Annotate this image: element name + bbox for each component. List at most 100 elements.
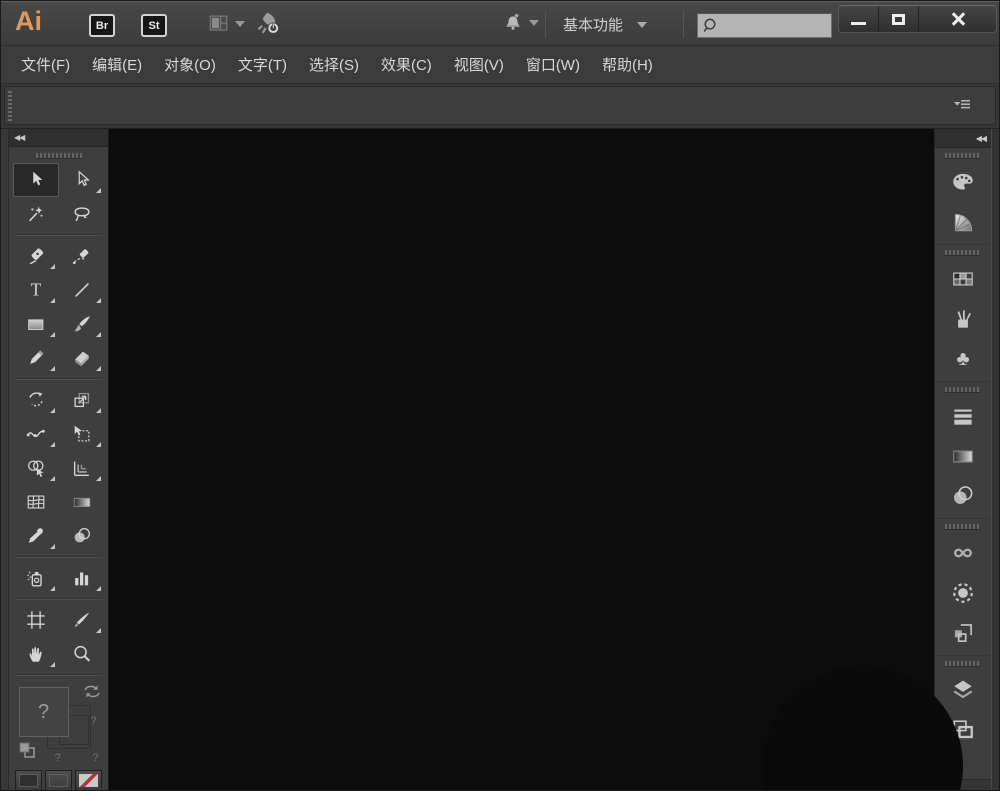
gpu-performance-button[interactable] — [253, 10, 283, 38]
menu-item-window[interactable]: 窗口(W) — [526, 54, 580, 75]
minimize-button[interactable] — [839, 6, 879, 32]
line-segment-tool[interactable] — [59, 273, 105, 307]
gradient-tool[interactable] — [59, 485, 105, 519]
panel-group-grip[interactable] — [945, 250, 981, 256]
bridge-button[interactable]: Br — [89, 14, 115, 37]
gradient-button[interactable] — [45, 770, 72, 791]
default-fill-stroke-button[interactable] — [17, 740, 37, 760]
default-fill-stroke-icon — [17, 740, 37, 760]
menu-item-effect[interactable]: 效果(C) — [381, 54, 432, 75]
tool-grid: T — [13, 163, 105, 679]
tools-grip[interactable] — [36, 153, 82, 159]
svg-text:T: T — [30, 280, 41, 300]
zoom-tool[interactable] — [59, 637, 105, 671]
fill-swatch[interactable]: ? — [19, 687, 69, 737]
swatches-panel-button[interactable] — [935, 259, 991, 299]
search-box[interactable] — [697, 13, 832, 38]
width-tool[interactable] — [13, 417, 59, 451]
menu-item-select[interactable]: 选择(S) — [309, 54, 359, 75]
column-graph-tool[interactable] — [59, 561, 105, 595]
chevron-down-icon — [235, 21, 245, 27]
type-tool[interactable]: T — [13, 273, 59, 307]
none-button[interactable] — [75, 770, 102, 791]
stock-button[interactable]: St — [141, 14, 167, 37]
tools-collapse-header[interactable]: ◀◀ — [9, 129, 108, 147]
eyedropper-tool[interactable] — [13, 519, 59, 553]
unknown-mark: ? — [92, 752, 98, 764]
workspace-label: 基本功能 — [563, 14, 623, 35]
menu-item-type[interactable]: 文字(T) — [238, 54, 287, 75]
color-themes-panel-button[interactable] — [935, 573, 991, 613]
artboard-tool[interactable] — [13, 603, 59, 637]
transparency-panel-button[interactable] — [935, 476, 991, 516]
shape-builder-tool[interactable] — [13, 451, 59, 485]
symbols-panel-button[interactable]: ♣ — [935, 339, 991, 379]
free-transform-tool[interactable] — [59, 417, 105, 451]
menu-item-view[interactable]: 视图(V) — [454, 54, 504, 75]
layers-panel-button[interactable] — [935, 670, 991, 710]
menu-item-edit[interactable]: 编辑(E) — [92, 54, 142, 75]
color-guide-panel-button[interactable] — [935, 202, 991, 242]
panels-dock: ◀◀ — [934, 129, 991, 791]
swap-fill-stroke-button[interactable] — [82, 683, 102, 700]
tool-submenu-triangle-icon — [50, 442, 55, 447]
none-swatch-icon — [79, 774, 98, 787]
gradient-panel-button[interactable] — [935, 436, 991, 476]
rotate-tool[interactable] — [13, 383, 59, 417]
symbol-sprayer-tool[interactable] — [13, 561, 59, 595]
rectangle-tool[interactable] — [13, 307, 59, 341]
lasso-tool[interactable] — [59, 197, 105, 231]
magic-wand-tool[interactable] — [13, 197, 59, 231]
pen-tool[interactable] — [13, 239, 59, 273]
tool-submenu-triangle-icon — [50, 662, 55, 667]
selection-tool[interactable] — [13, 163, 59, 197]
search-icon — [698, 15, 722, 37]
panel-group-grip[interactable] — [945, 661, 981, 667]
tool-submenu-triangle-icon — [96, 366, 101, 371]
stroke-panel-button[interactable] — [935, 396, 991, 436]
eraser-tool-icon — [71, 347, 93, 369]
tool-submenu-triangle-icon — [50, 408, 55, 413]
perspective-grid-tool[interactable] — [59, 451, 105, 485]
menu-item-file[interactable]: 文件(F) — [21, 54, 70, 75]
search-input[interactable] — [722, 14, 831, 37]
curvature-tool[interactable] — [59, 239, 105, 273]
tool-submenu-triangle-icon — [96, 298, 101, 303]
panel-group-grip[interactable] — [945, 524, 981, 530]
menu-item-object[interactable]: 对象(O) — [164, 54, 216, 75]
fill-stroke-control: ? — [13, 683, 105, 766]
panels-collapse-header[interactable]: ◀◀ — [935, 129, 991, 148]
control-bar-grip[interactable] — [8, 91, 12, 121]
asset-export-panel-button[interactable] — [935, 613, 991, 653]
direct-selection-tool-icon — [71, 169, 93, 191]
tool-submenu-triangle-icon — [50, 586, 55, 591]
scale-tool[interactable] — [59, 383, 105, 417]
tool-submenu-triangle-icon — [96, 628, 101, 633]
slice-tool[interactable] — [59, 603, 105, 637]
control-bar-menu-button[interactable] — [953, 98, 971, 111]
paintbrush-tool[interactable] — [59, 307, 105, 341]
workspace-switcher[interactable]: 基本功能 — [563, 14, 647, 35]
panel-group-grip[interactable] — [945, 153, 981, 159]
color-panel-button[interactable] — [935, 162, 991, 202]
pencil-tool[interactable] — [13, 341, 59, 375]
close-button[interactable] — [919, 6, 996, 32]
menu-item-help[interactable]: 帮助(H) — [602, 54, 653, 75]
tool-group-divider — [16, 674, 102, 676]
cc-libraries-panel-button[interactable] — [935, 533, 991, 573]
blend-tool[interactable] — [59, 519, 105, 553]
maximize-button[interactable] — [879, 6, 919, 32]
panel-group-grip[interactable] — [945, 387, 981, 393]
color-button[interactable] — [15, 770, 42, 791]
titlebar-divider — [683, 10, 684, 38]
arrange-documents-button[interactable] — [206, 13, 245, 34]
notifications-button[interactable] — [501, 11, 539, 35]
hand-tool[interactable] — [13, 637, 59, 671]
direct-selection-tool[interactable] — [59, 163, 105, 197]
tool-submenu-triangle-icon — [50, 332, 55, 337]
eraser-tool[interactable] — [59, 341, 105, 375]
mesh-tool[interactable] — [13, 485, 59, 519]
gradient-swatch-icon — [950, 443, 976, 469]
brushes-panel-button[interactable] — [935, 299, 991, 339]
illustrator-logo: Ai — [15, 6, 42, 37]
